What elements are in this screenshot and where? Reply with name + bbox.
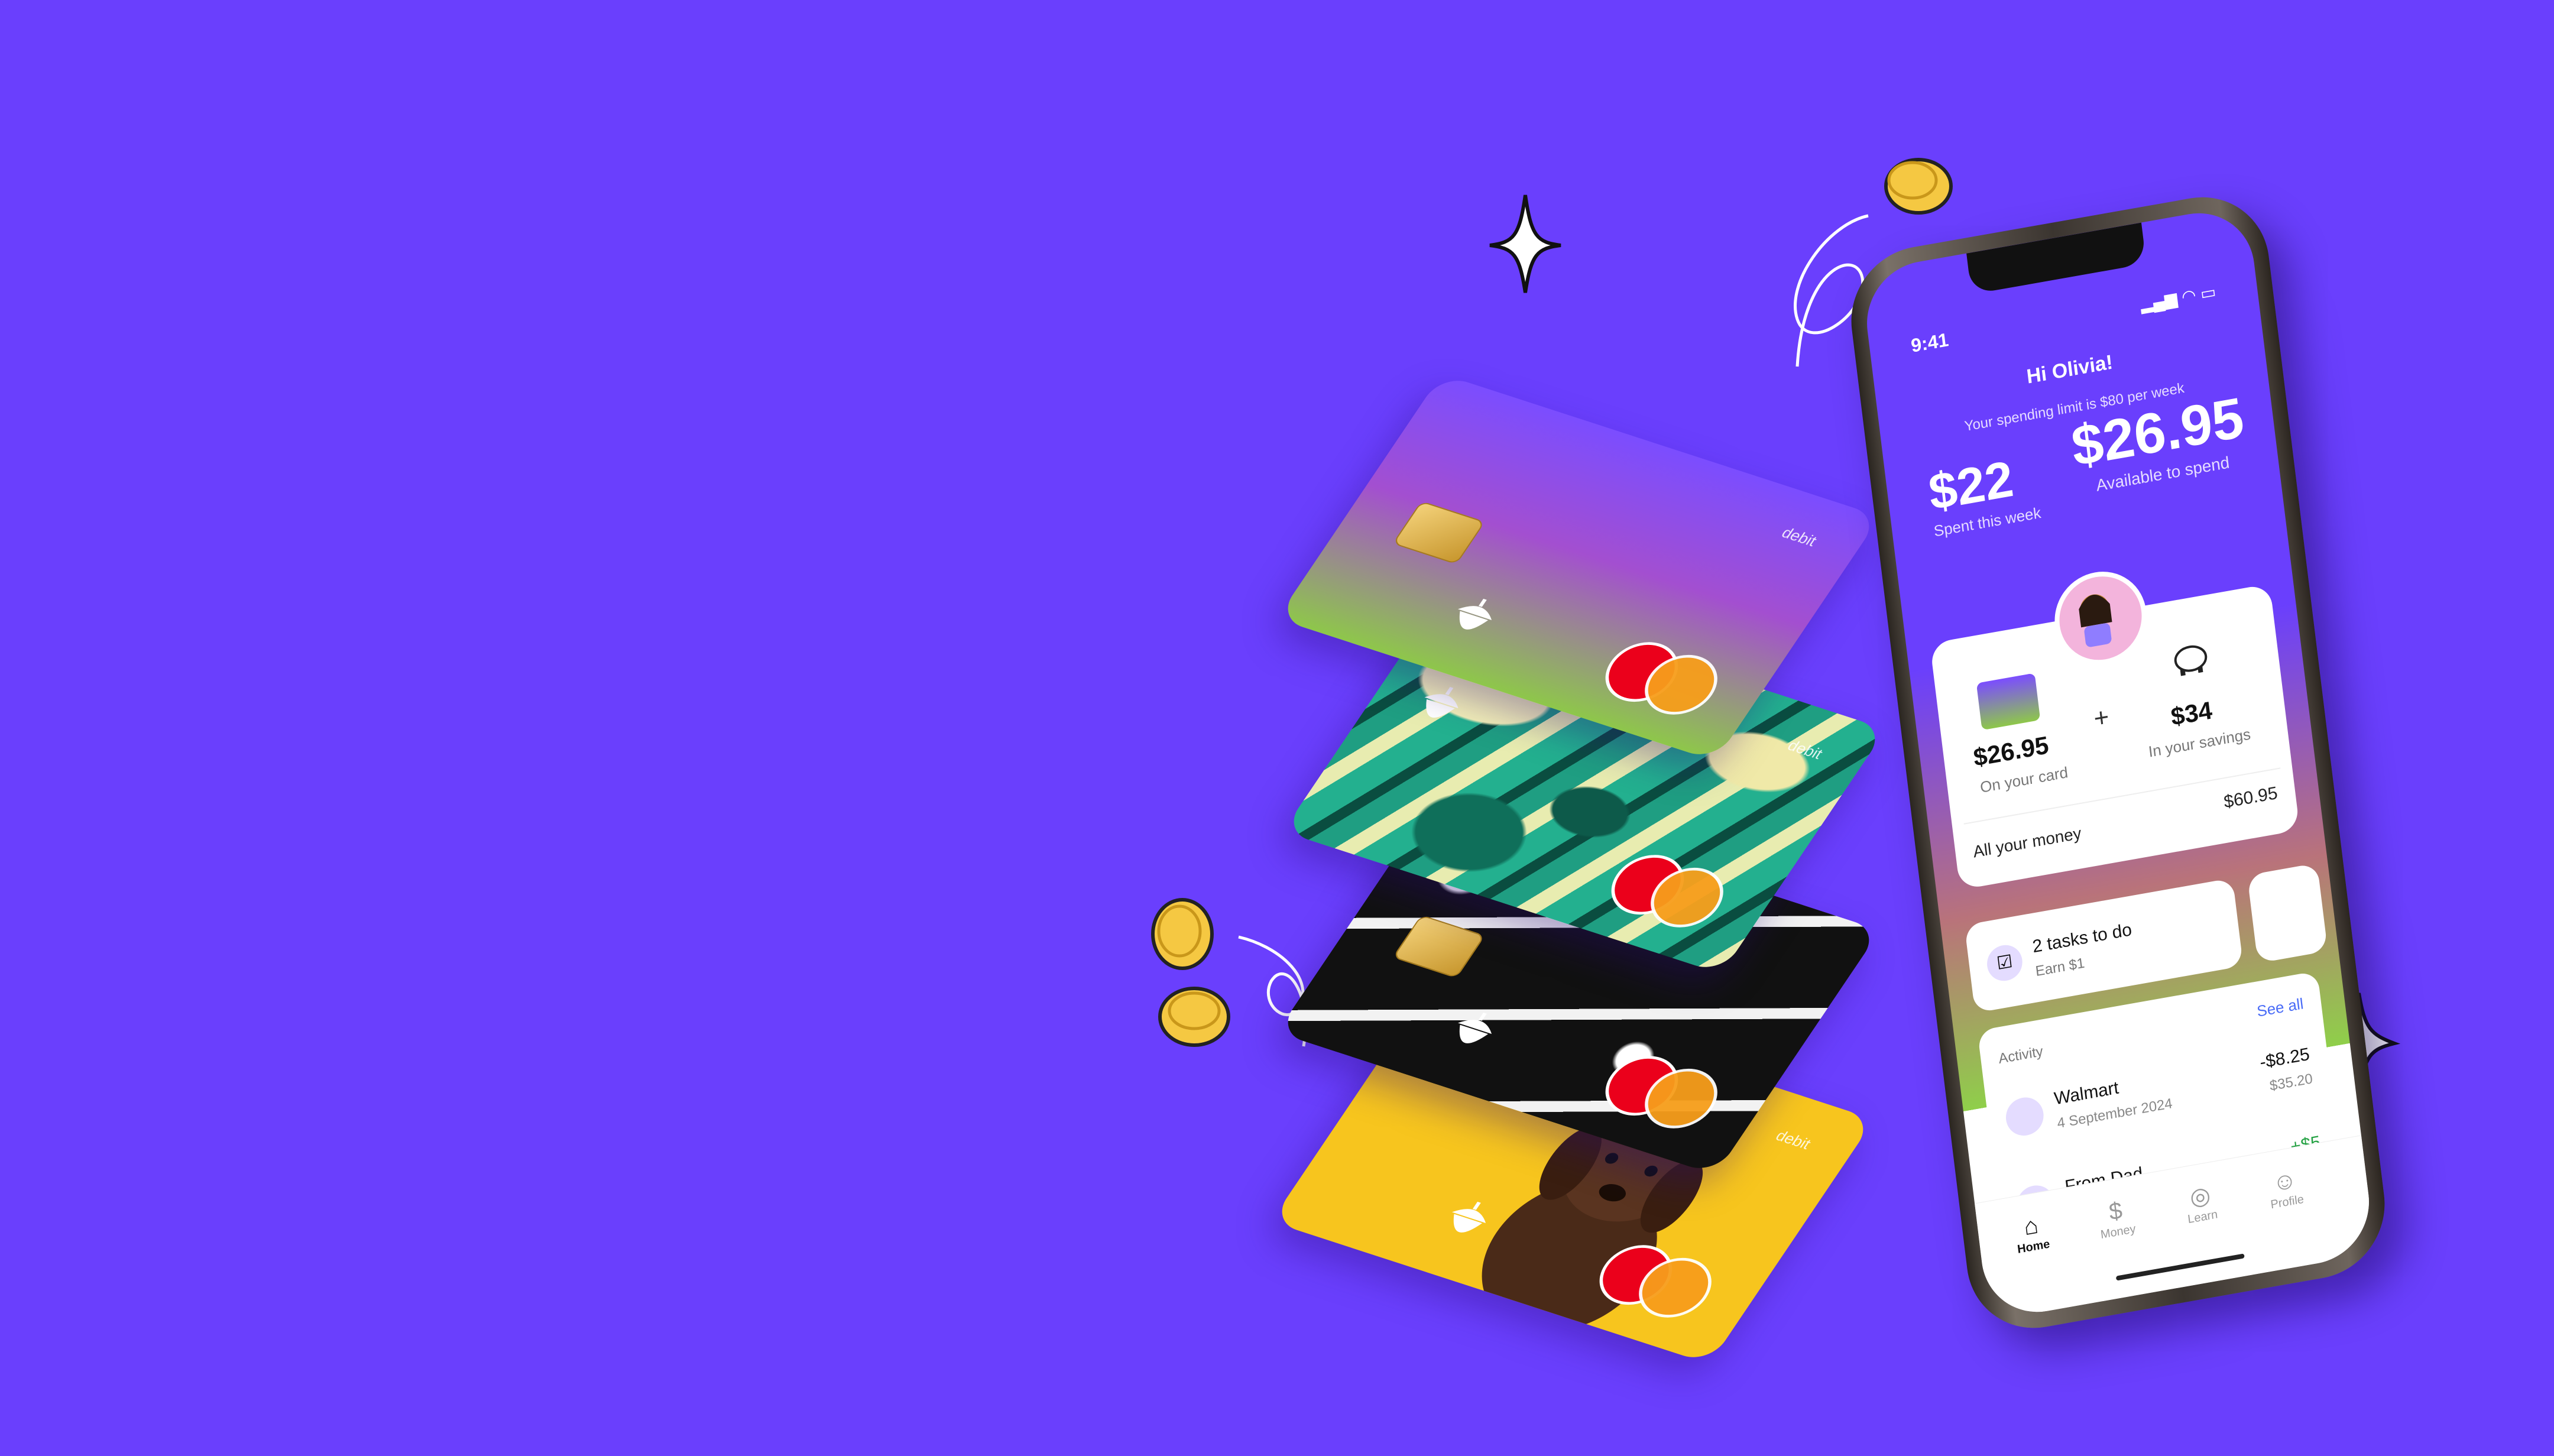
on-card-amount: $26.95 xyxy=(1972,731,2050,772)
acorn-logo-icon xyxy=(1424,687,1458,718)
sparkle-icon xyxy=(1489,194,1561,293)
store-icon xyxy=(2004,1094,2046,1139)
tab-learn[interactable]: ◎ Learn xyxy=(2166,1177,2235,1230)
savings-label: In your savings xyxy=(2147,725,2252,761)
acorn-logo-icon xyxy=(1457,598,1492,630)
coin-icon xyxy=(1884,158,1953,215)
mastercard-logo-icon xyxy=(1592,634,1737,725)
next-card-peek[interactable] xyxy=(2247,862,2328,964)
home-indicator xyxy=(2115,1253,2245,1281)
coin-icon xyxy=(1158,987,1230,1047)
card-debit-label: debit xyxy=(1784,737,1827,763)
see-all-link[interactable]: See all xyxy=(2256,994,2305,1021)
activity-name: Walmart xyxy=(2053,1078,2120,1109)
acorn-logo-icon xyxy=(1457,1012,1492,1043)
tab-profile[interactable]: ☺ Profile xyxy=(2251,1162,2320,1215)
all-money-amount: $60.95 xyxy=(2222,783,2279,812)
checkbox-icon: ☑ xyxy=(1985,942,2025,984)
status-time: 9:41 xyxy=(1910,329,1950,356)
tasks-subtitle: Earn $1 xyxy=(2034,955,2086,980)
savings-amount: $34 xyxy=(2169,696,2214,731)
chip-icon xyxy=(1392,915,1486,978)
piggy-bank-icon xyxy=(2174,645,2208,676)
avatar-icon xyxy=(2078,594,2112,647)
tab-money[interactable]: $ Money xyxy=(2082,1192,2151,1245)
tab-home[interactable]: ⌂ Home xyxy=(1997,1207,2066,1260)
activity-amount: -$8.25 xyxy=(2258,1044,2311,1073)
all-money-label: All your money xyxy=(1972,823,2083,861)
mini-card-icon xyxy=(1976,673,2041,731)
card-debit-label: debit xyxy=(1772,1127,1815,1153)
status-icons: ▂▄▆ ◠ ▭ xyxy=(2139,282,2217,314)
mastercard-logo-icon xyxy=(1597,847,1743,938)
chip-icon xyxy=(1392,501,1486,565)
spent-this-week[interactable]: $22 Spent this week xyxy=(1926,446,2042,541)
mastercard-logo-icon xyxy=(1592,1048,1737,1139)
tasks-title: 2 tasks to do xyxy=(2031,919,2133,957)
card-debit-label: debit xyxy=(1778,524,1821,550)
hero-stage: debit debit debit 9:41 ▂▄▆ ◠ ▭ Hi Olivia… xyxy=(0,0,2554,1456)
plus-sign: + xyxy=(2092,702,2111,734)
activity-header: Activity xyxy=(1997,1043,2044,1067)
activity-balance: $35.20 xyxy=(2268,1071,2314,1094)
coin-icon xyxy=(1151,898,1214,970)
